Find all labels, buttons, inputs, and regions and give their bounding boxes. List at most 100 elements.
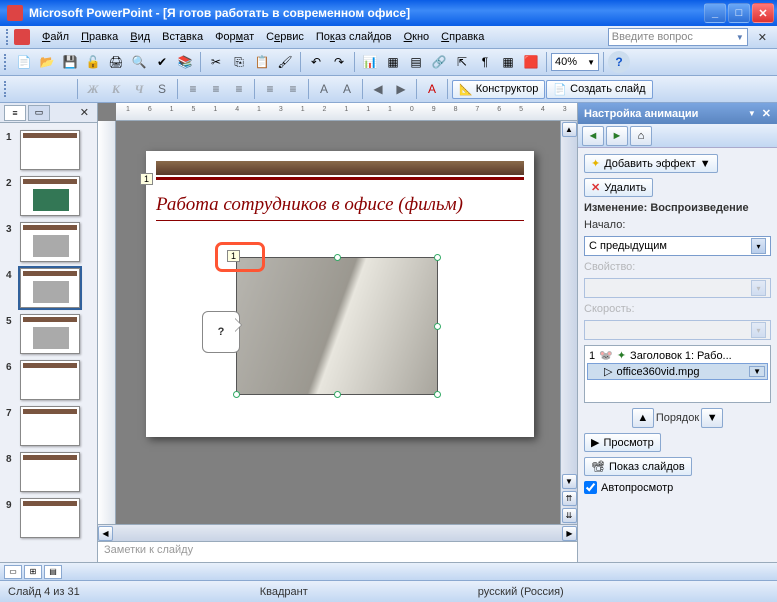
scroll-right-button[interactable]: ▶ <box>562 526 577 541</box>
autopreview-checkbox[interactable]: Автопросмотр <box>584 481 771 494</box>
spell-button[interactable]: ✔ <box>151 51 173 73</box>
effects-list[interactable]: 1 🐭 ✦ Заголовок 1: Рабо... ▷ office360vi… <box>584 345 771 403</box>
move-down-button[interactable]: ▼ <box>701 408 723 428</box>
chart-button[interactable]: 📊 <box>359 51 381 73</box>
expand-button[interactable]: ⇱ <box>451 51 473 73</box>
align-left-button[interactable]: ≡ <box>182 78 204 100</box>
slides-tab[interactable]: ▭ <box>28 105 50 121</box>
font-combo[interactable] <box>13 78 73 100</box>
show-formatting-button[interactable]: ¶ <box>474 51 496 73</box>
scroll-left-button[interactable]: ◀ <box>98 526 113 541</box>
align-right-button[interactable]: ≡ <box>228 78 250 100</box>
underline-button[interactable]: Ч <box>128 78 150 100</box>
next-slide-button[interactable]: ⇊ <box>562 508 577 523</box>
color-button[interactable]: 🟥 <box>520 51 542 73</box>
menu-format[interactable]: Формат <box>209 28 260 46</box>
start-combo[interactable]: С предыдущим▾ <box>584 236 771 256</box>
minimize-button[interactable]: _ <box>704 3 726 23</box>
copy-button[interactable]: ⎘ <box>228 51 250 73</box>
decrease-font-button[interactable]: A <box>336 78 358 100</box>
scroll-down-button[interactable]: ▼ <box>562 474 577 489</box>
preview-button[interactable]: 🔍 <box>128 51 150 73</box>
slideshow-view-button[interactable]: ▤ <box>44 565 62 579</box>
table-button[interactable]: ▦ <box>382 51 404 73</box>
add-effect-button[interactable]: Добавить эффект ▼ <box>584 154 718 173</box>
slide-thumb[interactable] <box>20 130 80 170</box>
grip-handle[interactable] <box>6 29 10 45</box>
hyperlink-button[interactable]: 🔗 <box>428 51 450 73</box>
slide-thumb[interactable] <box>20 176 80 216</box>
menu-help[interactable]: Справка <box>435 28 490 46</box>
grip-handle[interactable] <box>4 81 8 97</box>
slide-thumb[interactable] <box>20 452 80 492</box>
align-center-button[interactable]: ≡ <box>205 78 227 100</box>
delete-effect-button[interactable]: Удалить <box>584 178 653 197</box>
grip-handle[interactable] <box>4 54 8 70</box>
doc-close-button[interactable]: ✕ <box>754 29 771 46</box>
designer-button[interactable]: 📐 Конструктор <box>452 80 545 99</box>
research-button[interactable]: 📚 <box>174 51 196 73</box>
pane-close-button[interactable]: ✕ <box>762 107 771 120</box>
menu-edit[interactable]: Правка <box>75 28 124 46</box>
vertical-ruler[interactable] <box>98 121 116 524</box>
menu-slideshow[interactable]: Показ слайдов <box>310 28 398 46</box>
panel-close-button[interactable]: ✕ <box>76 104 93 121</box>
horizontal-scrollbar[interactable]: ◀ ▶ <box>98 524 577 541</box>
help-search-input[interactable]: Введите вопрос▼ <box>608 28 748 46</box>
zoom-combo[interactable]: 40%▼ <box>551 53 599 71</box>
menu-tools[interactable]: Сервис <box>260 28 310 46</box>
slide-thumb[interactable] <box>20 222 80 262</box>
redo-button[interactable]: ↷ <box>328 51 350 73</box>
slide-thumb[interactable] <box>20 406 80 446</box>
outline-tab[interactable]: ≡ <box>4 105 26 121</box>
print-button[interactable]: 🖨 <box>105 51 127 73</box>
tables-borders-button[interactable]: ▤ <box>405 51 427 73</box>
undo-button[interactable]: ↶ <box>305 51 327 73</box>
nav-back-button[interactable]: ◄ <box>582 126 604 146</box>
preview-button[interactable]: ▶ Просмотр <box>584 433 661 452</box>
scroll-up-button[interactable]: ▲ <box>562 122 577 137</box>
font-color-button[interactable]: A <box>421 78 443 100</box>
bold-button[interactable]: Ж <box>82 78 104 100</box>
pane-menu-button[interactable]: ▼ <box>748 109 756 118</box>
decrease-indent-button[interactable]: ◀ <box>367 78 389 100</box>
notes-pane[interactable]: Заметки к слайду <box>98 541 577 562</box>
new-button[interactable]: 📄 <box>13 51 35 73</box>
animation-tag[interactable]: 1 <box>140 173 153 185</box>
permission-button[interactable]: 🔓 <box>82 51 104 73</box>
nav-home-button[interactable]: ⌂ <box>630 126 652 146</box>
paste-button[interactable]: 📋 <box>251 51 273 73</box>
effect-row[interactable]: 1 🐭 ✦ Заголовок 1: Рабо... <box>587 348 768 363</box>
slide-thumb[interactable] <box>20 360 80 400</box>
new-slide-button[interactable]: 📄 Создать слайд <box>546 80 652 99</box>
effect-row[interactable]: ▷ office360vid.mpg▼ <box>587 363 768 380</box>
maximize-button[interactable]: □ <box>728 3 750 23</box>
increase-font-button[interactable]: A <box>313 78 335 100</box>
move-up-button[interactable]: ▲ <box>632 408 654 428</box>
normal-view-button[interactable]: ▭ <box>4 565 22 579</box>
help-button[interactable]: ? <box>608 51 630 73</box>
horizontal-ruler[interactable] <box>116 103 577 121</box>
prev-slide-button[interactable]: ⇈ <box>562 491 577 506</box>
menu-view[interactable]: Вид <box>124 28 156 46</box>
grid-button[interactable]: ▦ <box>497 51 519 73</box>
cut-button[interactable]: ✂ <box>205 51 227 73</box>
slide-thumb[interactable] <box>20 268 80 308</box>
numbering-button[interactable]: ≡ <box>259 78 281 100</box>
slide-thumb[interactable] <box>20 314 80 354</box>
italic-button[interactable]: К <box>105 78 127 100</box>
menu-file[interactable]: Файл <box>36 28 75 46</box>
slide-thumb[interactable] <box>20 498 80 538</box>
close-button[interactable]: ✕ <box>752 3 774 23</box>
slide[interactable]: 1 Работа сотрудников в офисе (фильм) <box>146 151 534 437</box>
animation-tag[interactable]: 1 <box>227 250 240 262</box>
slide-title[interactable]: Работа сотрудников в офисе (фильм) <box>156 194 524 216</box>
slide-canvas[interactable]: 1 Работа сотрудников в офисе (фильм) <box>116 121 560 524</box>
vertical-scrollbar[interactable]: ▲ ▼ ⇈ ⇊ <box>560 121 577 524</box>
save-button[interactable]: 💾 <box>59 51 81 73</box>
bullets-button[interactable]: ≡ <box>282 78 304 100</box>
menu-insert[interactable]: Вставка <box>156 28 209 46</box>
slideshow-button[interactable]: 📽 Показ слайдов <box>584 457 692 476</box>
media-placeholder[interactable] <box>236 257 438 395</box>
increase-indent-button[interactable]: ▶ <box>390 78 412 100</box>
